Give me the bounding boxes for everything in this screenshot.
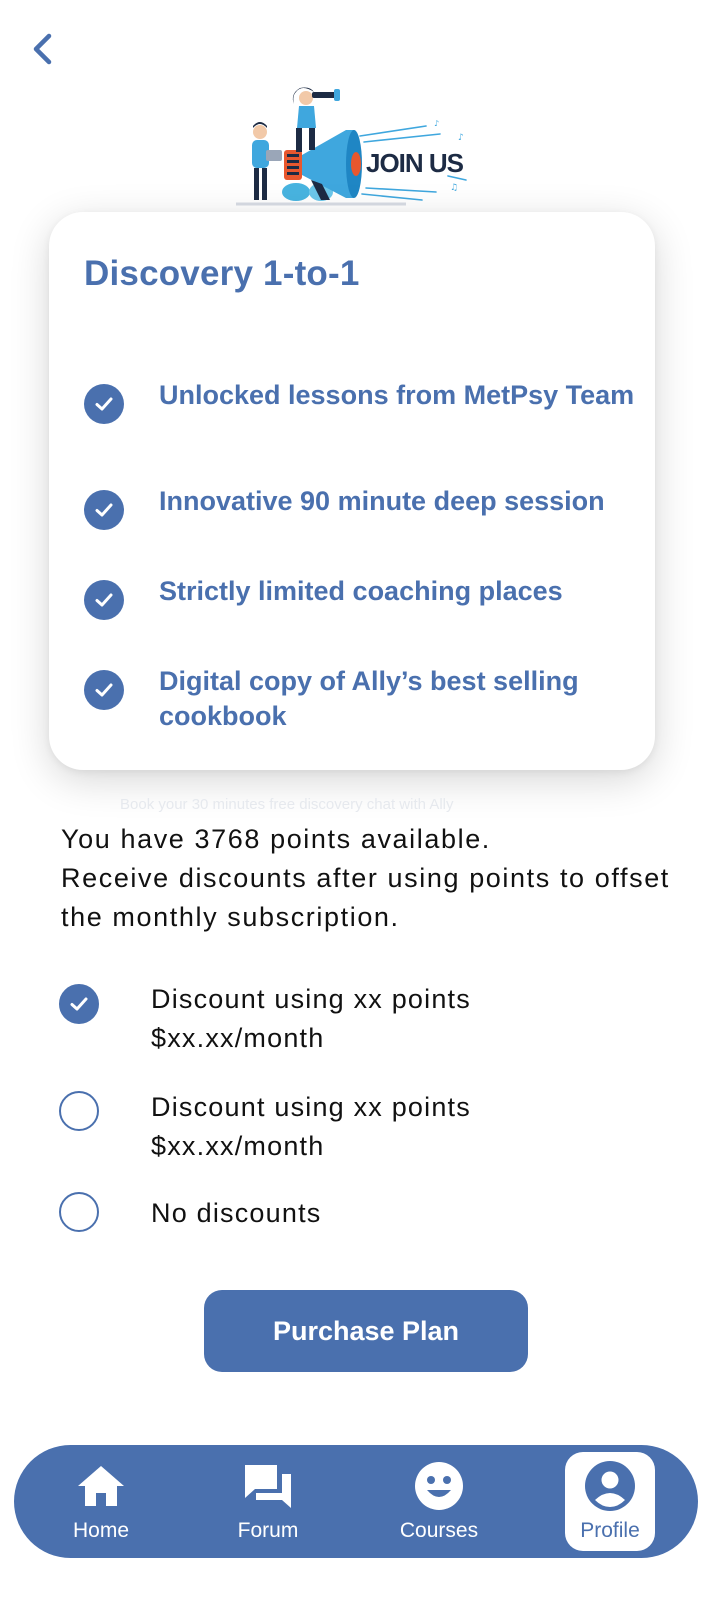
nav-item-home[interactable]: Home	[41, 1445, 161, 1558]
svg-text:♫: ♫	[450, 183, 458, 193]
join-us-logo-text: JOIN US	[366, 148, 464, 178]
nav-label: Forum	[237, 1519, 299, 1542]
discount-option-label: No discounts	[151, 1198, 322, 1228]
back-button[interactable]	[22, 28, 66, 72]
discount-option-label: Discount using xx points $xx.xx/month	[151, 984, 471, 1053]
svg-text:♪: ♪	[434, 119, 439, 128]
smiley-icon	[414, 1461, 464, 1511]
nav-label: Profile	[580, 1519, 640, 1542]
plan-card: Discovery 1-to-1 Unlocked lessons from M…	[49, 212, 655, 770]
nav-item-forum[interactable]: Forum	[208, 1445, 328, 1558]
svg-text:♪: ♪	[458, 133, 464, 143]
chevron-left-icon	[33, 33, 52, 65]
nav-item-profile[interactable]: Profile	[565, 1452, 655, 1551]
feature-text: Digital copy of Ally’s best selling cook…	[159, 666, 579, 731]
check-circle-icon	[84, 670, 124, 710]
check-circle-icon	[84, 580, 124, 620]
nav-label: Courses	[399, 1519, 479, 1542]
bottom-navigation: Home Forum Courses Profile	[14, 1445, 698, 1558]
purchase-plan-button[interactable]: Purchase Plan	[204, 1290, 528, 1372]
join-us-illustration: ♪ ♫ ♪ JOIN US	[226, 80, 480, 220]
radio-checked-icon[interactable]	[59, 984, 99, 1024]
nav-label: Home	[72, 1519, 130, 1542]
feature-text: Innovative 90 minute deep session	[159, 486, 605, 516]
app-screen: ♪ ♫ ♪ JOIN US Discovery 1-to-1 Unlocked …	[0, 0, 720, 1600]
faded-background-text: Book your 30 minutes free discovery chat…	[120, 796, 454, 813]
profile-icon	[584, 1461, 636, 1511]
check-circle-icon	[84, 384, 124, 424]
radio-unchecked-icon[interactable]	[59, 1091, 99, 1131]
feature-text: Unlocked lessons from MetPsy Team	[159, 380, 635, 410]
points-available-text: You have 3768 points available.	[61, 824, 491, 854]
check-circle-icon	[84, 490, 124, 530]
points-discount-text: Receive discounts after using points to …	[61, 863, 670, 932]
points-description: You have 3768 points available. Receive …	[61, 820, 681, 937]
nav-item-courses[interactable]: Courses	[379, 1445, 499, 1558]
feature-text: Strictly limited coaching places	[159, 576, 563, 606]
plan-title: Discovery 1-to-1	[84, 254, 360, 293]
home-icon	[75, 1461, 127, 1511]
discount-option-label: Discount using xx points $xx.xx/month	[151, 1092, 471, 1161]
forum-icon	[242, 1461, 294, 1511]
radio-unchecked-icon[interactable]	[59, 1192, 99, 1232]
